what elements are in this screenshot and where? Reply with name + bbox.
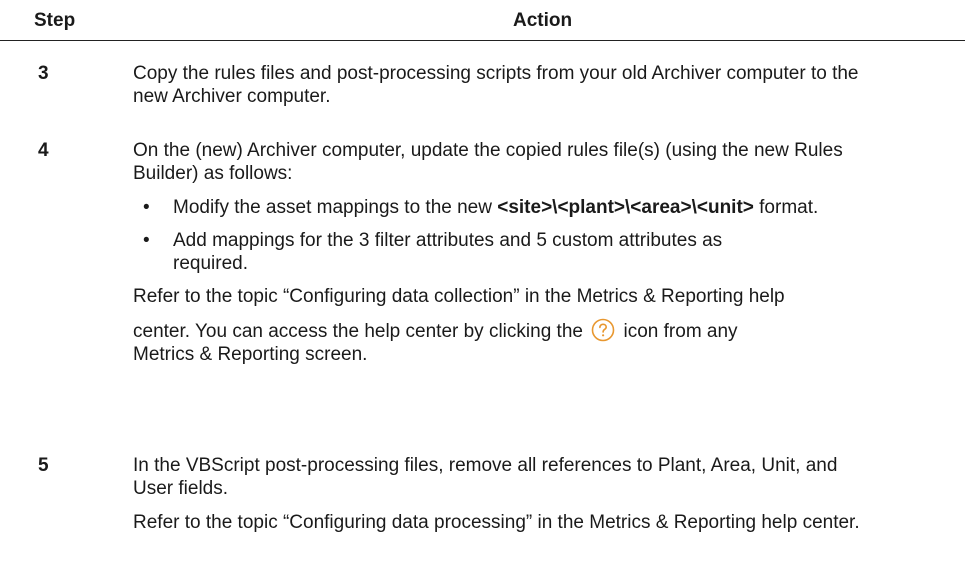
step-number: 3 (38, 63, 49, 84)
step-text: Copy the rules files and post-processing… (133, 63, 859, 107)
help-sentence: center. You can access the help center b… (133, 318, 933, 343)
refer-text: Refer to the topic “Configuring data col… (133, 286, 785, 307)
bullet-icon: • (143, 230, 150, 251)
step-action: Copy the rules files and post-processing… (133, 62, 933, 108)
help-question-icon (591, 318, 615, 342)
step-text: In the VBScript post-processing files, r… (133, 455, 838, 499)
list-item: • Modify the asset mappings to the new <… (133, 196, 933, 219)
list-item: • Add mappings for the 3 filter attribut… (133, 229, 793, 275)
header-divider (0, 40, 965, 41)
bullet-text: Add mappings for the 3 filter attributes… (173, 230, 723, 274)
bullet-text-before: Modify the asset mappings to the new (173, 197, 498, 218)
help-text-last: Metrics & Reporting screen. (133, 344, 368, 365)
step-number: 4 (38, 140, 49, 161)
bullet-text-after: format. (753, 197, 819, 218)
bullet-list: • Modify the asset mappings to the new <… (133, 196, 933, 275)
help-text-after: icon from any (618, 321, 738, 342)
step-column-header: Step (34, 10, 76, 31)
bullet-icon: • (143, 197, 150, 218)
action-column-header: Action (513, 10, 573, 31)
table-header: Step Action (0, 0, 965, 40)
step-action: On the (new) Archiver computer, update t… (133, 139, 933, 366)
step-number: 5 (38, 455, 49, 476)
asset-path-format: <site>\<plant>\<area>\<unit> (497, 197, 754, 218)
step-action: In the VBScript post-processing files, r… (133, 454, 933, 534)
help-text-before: center. You can access the help center b… (133, 321, 589, 342)
refer-text: Refer to the topic “Configuring data pro… (133, 512, 860, 533)
step-intro: On the (new) Archiver computer, update t… (133, 140, 843, 184)
